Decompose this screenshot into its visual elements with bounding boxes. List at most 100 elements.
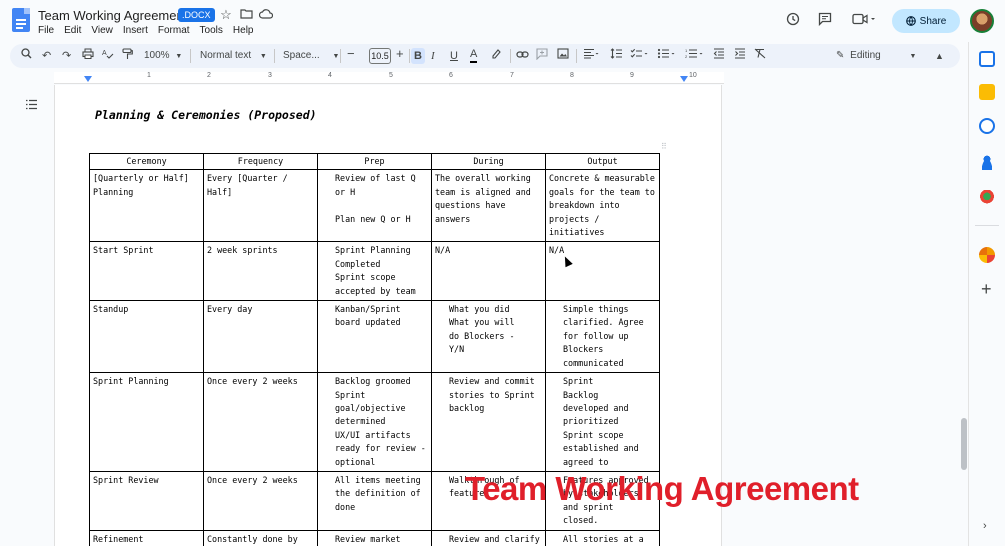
- menu-view[interactable]: View: [91, 25, 113, 36]
- paragraph-style-select[interactable]: Normal text ▼: [200, 48, 267, 65]
- align-left-icon[interactable]: [583, 48, 599, 64]
- text-color-button[interactable]: A: [470, 48, 478, 63]
- table-header-cell[interactable]: Output: [545, 152, 660, 171]
- redo-icon[interactable]: ↷: [62, 48, 71, 64]
- table-cell[interactable]: Sprint Backlog developed and prioritized…: [545, 372, 660, 472]
- docs-logo-icon[interactable]: [12, 8, 30, 32]
- menu-edit[interactable]: Edit: [64, 25, 81, 36]
- maps-icon[interactable]: [979, 190, 995, 206]
- document-title[interactable]: Team Working Agreement: [38, 8, 187, 23]
- font-family-select[interactable]: Space... ▼: [283, 48, 339, 65]
- keep-icon[interactable]: [979, 84, 995, 100]
- italic-button[interactable]: I: [431, 48, 435, 64]
- cloud-status-icon[interactable]: [258, 7, 274, 22]
- table-cell[interactable]: Sprint Planning Completed Sprint scope a…: [317, 241, 432, 302]
- table-cell[interactable]: Kanban/Sprint board updated: [317, 300, 432, 374]
- table-cell[interactable]: Sprint Review: [89, 470, 204, 531]
- table-cell[interactable]: Review and commit stories to Sprint back…: [431, 372, 546, 472]
- insert-image-icon[interactable]: [557, 48, 569, 64]
- document-outline-icon[interactable]: [25, 98, 38, 113]
- toolbar-divider: [274, 49, 275, 63]
- table-cell[interactable]: Sprint Planning: [89, 372, 204, 472]
- table-cell[interactable]: [Quarterly or Half] Planning: [89, 169, 204, 243]
- table-cell[interactable]: Review market needs / customer: [317, 529, 432, 546]
- table-header-cell[interactable]: During: [431, 152, 546, 171]
- table-cell[interactable]: 2 week sprints: [203, 241, 318, 302]
- decrease-indent-icon[interactable]: [713, 48, 725, 64]
- calendar-icon[interactable]: [979, 51, 995, 67]
- menu-insert[interactable]: Insert: [123, 25, 148, 36]
- font-size-input[interactable]: 10.5: [369, 48, 391, 64]
- numbered-list-icon[interactable]: 12: [685, 48, 705, 64]
- menu-file[interactable]: File: [38, 25, 54, 36]
- line-spacing-icon[interactable]: [610, 48, 623, 64]
- increase-font-size-icon[interactable]: +: [396, 46, 404, 62]
- add-comment-icon[interactable]: [536, 48, 548, 65]
- table-cell[interactable]: Review of last Q or H Plan new Q or H: [317, 169, 432, 243]
- meet-video-icon[interactable]: [852, 12, 876, 29]
- clear-formatting-icon[interactable]: [754, 48, 766, 64]
- increase-indent-icon[interactable]: [734, 48, 746, 64]
- decrease-font-size-icon[interactable]: −: [347, 46, 355, 62]
- table-cell[interactable]: All items meeting the definition of done: [317, 470, 432, 531]
- table-cell[interactable]: Review and clarify: [431, 529, 546, 546]
- expand-panel-chevron-icon[interactable]: ›: [983, 520, 987, 532]
- table-cell[interactable]: N/A: [431, 241, 546, 302]
- mode-value: Editing: [850, 50, 881, 61]
- hide-menus-icon[interactable]: ▲: [935, 48, 944, 64]
- undo-icon[interactable]: ↶: [42, 48, 51, 64]
- table-cell[interactable]: Backlog groomed Sprint goal/objective de…: [317, 372, 432, 472]
- table-drag-handle-icon[interactable]: ⠿: [661, 142, 667, 151]
- paint-format-icon[interactable]: [122, 48, 133, 65]
- svg-text:A: A: [102, 50, 107, 57]
- table-header-cell[interactable]: Prep: [317, 152, 432, 171]
- user-avatar[interactable]: [970, 9, 994, 33]
- ruler-number: 3: [268, 72, 272, 79]
- insert-link-icon[interactable]: [516, 48, 529, 64]
- table-cell[interactable]: Constantly done by Mobile Product: [203, 529, 318, 546]
- table-header-cell[interactable]: Ceremony: [89, 152, 204, 171]
- menu-help[interactable]: Help: [233, 25, 254, 36]
- table-header-cell[interactable]: Frequency: [203, 152, 318, 171]
- table-cell[interactable]: Once every 2 weeks: [203, 372, 318, 472]
- table-cell[interactable]: Once every 2 weeks: [203, 470, 318, 531]
- section-heading: Planning & Ceremonies (Proposed): [95, 108, 317, 122]
- table-cell[interactable]: Every day: [203, 300, 318, 374]
- move-folder-icon[interactable]: [238, 7, 254, 22]
- contacts-icon[interactable]: [979, 154, 995, 170]
- highlight-color-icon[interactable]: [491, 48, 502, 65]
- left-indent-marker[interactable]: [84, 76, 92, 82]
- addon-icon[interactable]: [979, 247, 995, 263]
- ruler-number: 10: [689, 72, 697, 79]
- version-history-icon[interactable]: [786, 12, 800, 29]
- zoom-select[interactable]: 100% ▼: [144, 48, 182, 65]
- editing-mode-select[interactable]: ✎ Editing ▼: [836, 48, 916, 65]
- table-cell[interactable]: Simple things clarified. Agree for follo…: [545, 300, 660, 374]
- horizontal-ruler[interactable]: 1 2 3 4 5 6 7 8 9 10: [54, 72, 724, 84]
- get-addons-plus-icon[interactable]: +: [981, 280, 992, 298]
- menu-tools[interactable]: Tools: [200, 25, 223, 36]
- search-menus-icon[interactable]: [21, 48, 32, 64]
- star-icon[interactable]: ☆: [218, 7, 234, 23]
- table-cell[interactable]: N/A: [545, 241, 660, 302]
- table-cell[interactable]: Refinement: [89, 529, 204, 546]
- table-cell[interactable]: Start Sprint: [89, 241, 204, 302]
- comments-icon[interactable]: [818, 12, 832, 29]
- checklist-icon[interactable]: [630, 48, 650, 64]
- spellcheck-icon[interactable]: A: [102, 48, 114, 64]
- print-icon[interactable]: [82, 48, 94, 64]
- vertical-scrollbar[interactable]: [961, 418, 967, 470]
- underline-button[interactable]: U: [450, 48, 458, 64]
- table-cell[interactable]: All stories at a state ready for: [545, 529, 660, 546]
- table-cell[interactable]: What you did What you will do Blockers -…: [431, 300, 546, 374]
- table-cell[interactable]: Concrete & measurable goals for the team…: [545, 169, 660, 243]
- share-button[interactable]: Share: [892, 9, 960, 33]
- tasks-icon[interactable]: [979, 118, 995, 134]
- menu-format[interactable]: Format: [158, 25, 190, 36]
- table-cell[interactable]: The overall working team is aligned and …: [431, 169, 546, 243]
- right-indent-marker[interactable]: [680, 76, 688, 82]
- table-cell[interactable]: Every [Quarter / Half]: [203, 169, 318, 243]
- bold-button[interactable]: B: [411, 48, 425, 64]
- table-cell[interactable]: Standup: [89, 300, 204, 374]
- bulleted-list-icon[interactable]: [657, 48, 677, 64]
